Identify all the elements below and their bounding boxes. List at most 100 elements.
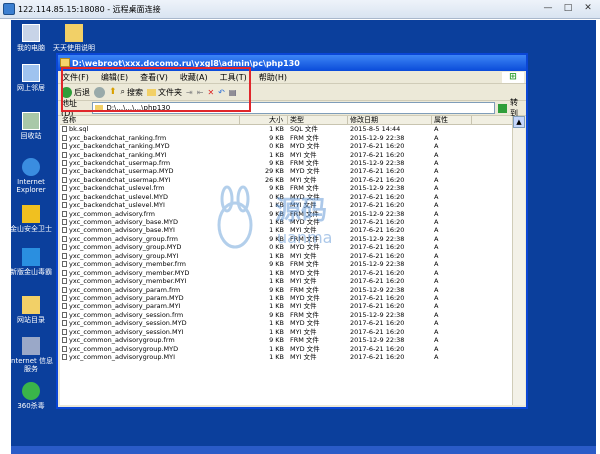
file-size: 9 KB: [240, 336, 288, 344]
file-attributes: A: [432, 142, 472, 150]
antivirus2-icon: [22, 382, 40, 400]
file-modified: 2015-12-9 22:38: [348, 336, 432, 344]
cell-text: A: [434, 285, 439, 294]
cell-text: 2015-12-9 22:38: [350, 336, 405, 345]
file-name: yxc_backendchat_ranking.MYI: [60, 151, 240, 159]
col-size[interactable]: 大小: [240, 116, 288, 125]
file-list[interactable]: 名称 大小 类型 修改日期 属性 bk.sql 1 KB SQL 文件 2015-8-…: [60, 116, 512, 405]
cell-text: MYI 文件: [290, 302, 317, 311]
file-row[interactable]: yxc_backendchat_usermap.frm 9 KB FRM 文件 201…: [60, 159, 512, 167]
col-modified[interactable]: 修改日期: [348, 116, 432, 125]
scroll-up-icon[interactable]: ▲: [513, 116, 525, 128]
minimize-icon[interactable]: —: [540, 3, 556, 15]
file-row[interactable]: yxc_common_advisory_param.MYI 1 KB MYI 文件 2…: [60, 302, 512, 310]
maximize-icon[interactable]: □: [560, 3, 576, 15]
cell-text: 2015-12-9 22:38: [350, 310, 405, 319]
desktop-icon-site-folder[interactable]: 网站目录: [6, 296, 56, 324]
file-attributes: A: [432, 252, 472, 260]
taskbar[interactable]: [11, 446, 596, 454]
vertical-scrollbar[interactable]: ▲: [512, 116, 525, 405]
antivirus-icon: [22, 248, 40, 266]
file-type: MYD 文件: [288, 142, 348, 150]
file-attributes: A: [432, 311, 472, 319]
file-row[interactable]: yxc_common_advisorygroup.MYI 1 KB MYI 文件 20…: [60, 353, 512, 361]
desktop-icon-security[interactable]: 金山安全卫士: [6, 205, 56, 233]
file-row[interactable]: yxc_backendchat_ranking.MYD 0 KB MYD 文件 201…: [60, 142, 512, 150]
cell-text: FRM 文件: [290, 285, 319, 294]
file-row[interactable]: yxc_backendchat_ranking.MYI 1 KB MYI 文件 201…: [60, 150, 512, 159]
file-name: yxc_backendchat_usermap.MYD: [60, 167, 240, 175]
cell-text: 2017-6-21 16:20: [350, 293, 405, 302]
file-name: bk.sql: [60, 125, 240, 133]
cell-text: yxc_common_advisory.frm: [69, 209, 155, 218]
desktop-icon-folder[interactable]: 天天使用说明: [49, 24, 99, 52]
file-type: MYD 文件: [288, 294, 348, 302]
cell-text: A: [434, 344, 439, 353]
file-row[interactable]: yxc_common_advisorygroup.frm 9 KB FRM 文件 20…: [60, 336, 512, 344]
file-attributes: A: [432, 319, 472, 327]
cell-text: 1 KB: [269, 150, 284, 159]
cell-text: 2017-6-21 16:20: [350, 277, 405, 286]
cell-text: yxc_backendchat_usermap.MYI: [69, 175, 171, 184]
cell-text: A: [434, 310, 439, 319]
watermark-line1: 源码: [275, 196, 327, 226]
cell-text: yxc_common_advisory_group.MYI: [69, 251, 179, 260]
cell-text: yxc_common_advisory_group.frm: [69, 234, 178, 243]
cell-text: A: [434, 167, 439, 176]
file-name: yxc_common_advisorygroup.MYD: [60, 345, 240, 353]
cell-text: A: [434, 319, 439, 328]
cell-text: A: [434, 201, 439, 210]
cell-text: A: [434, 184, 439, 193]
desktop-icon-recycle-bin[interactable]: 回收站: [6, 112, 56, 140]
file-icon: [62, 193, 67, 200]
desktop-icon-iis[interactable]: Internet 信息服务: [6, 337, 56, 373]
file-row[interactable]: yxc_common_advisory_member.frm 9 KB FRM 文件…: [60, 260, 512, 268]
cell-text: A: [434, 158, 439, 167]
desktop-icon-antivirus[interactable]: 新版金山毒霸: [6, 248, 56, 276]
file-row[interactable]: yxc_common_advisory_session.MYI 1 KB MYI 文…: [60, 328, 512, 336]
file-row[interactable]: yxc_common_advisory_param.frm 9 KB FRM 文件 2…: [60, 285, 512, 294]
file-name: yxc_common_advisory_session.MYI: [60, 328, 240, 336]
file-icon: [62, 320, 67, 327]
file-type: SQL 文件: [288, 125, 348, 133]
file-modified: 2017-6-21 16:20: [348, 353, 432, 361]
file-name: yxc_common_advisory_param.MYI: [60, 302, 240, 310]
file-row[interactable]: yxc_common_advisory_session.MYD 1 KB MYD 文…: [60, 319, 512, 327]
rdp-title-bar[interactable]: 122.114.85.15:18080 - 远程桌面连接 — □ ✕: [0, 0, 600, 19]
file-modified: 2017-6-21 16:20: [348, 142, 432, 150]
close-icon[interactable]: ✕: [580, 3, 596, 15]
highlight-box: [61, 67, 251, 112]
file-row[interactable]: yxc_common_advisorygroup.MYD 1 KB MYD 文件 20…: [60, 344, 512, 353]
cell-text: 2017-6-21 16:20: [350, 142, 405, 151]
file-row[interactable]: yxc_common_advisory_member.MYI 1 KB MYI 文件…: [60, 277, 512, 285]
desktop-icon-360[interactable]: 360杀毒: [6, 382, 56, 410]
file-row[interactable]: yxc_backendchat_usermap.MYI 26 KB MYI 文件 20…: [60, 176, 512, 184]
file-modified: 2017-6-21 16:20: [348, 294, 432, 302]
file-modified: 2015-8-5 14:44: [348, 125, 432, 133]
file-row[interactable]: yxc_common_advisory_session.frm 9 KB FRM 文…: [60, 311, 512, 319]
file-attributes: A: [432, 134, 472, 142]
menu-help[interactable]: 帮助(H): [259, 72, 287, 83]
file-size: 26 KB: [240, 176, 288, 184]
file-name: yxc_common_advisory_member.MYI: [60, 277, 240, 285]
file-row[interactable]: yxc_common_advisory_member.MYD 1 KB MYD 文件…: [60, 268, 512, 277]
file-row[interactable]: yxc_common_advisory_param.MYD 1 KB MYD 文件 2…: [60, 294, 512, 302]
cell-text: MYD 文件: [290, 167, 320, 176]
col-type[interactable]: 类型: [288, 116, 348, 125]
file-type: MYI 文件: [288, 328, 348, 336]
file-row[interactable]: yxc_backendchat_ranking.frm 9 KB FRM 文件 201…: [60, 133, 512, 142]
desktop-icon-ie[interactable]: Internet Explorer: [6, 158, 56, 194]
col-name[interactable]: 名称: [60, 116, 240, 125]
desktop-icon-network[interactable]: 网上邻居: [6, 64, 56, 92]
go-arrow-icon[interactable]: [498, 103, 508, 113]
file-size: 1 KB: [240, 277, 288, 285]
file-row[interactable]: bk.sql 1 KB SQL 文件 2015-8-5 14:44 A: [60, 125, 512, 133]
cell-text: 2017-6-21 16:20: [350, 167, 405, 176]
file-row[interactable]: yxc_backendchat_usermap.MYD 29 KB MYD 文件 20…: [60, 167, 512, 175]
file-type: MYI 文件: [288, 302, 348, 310]
file-icon: [62, 176, 67, 183]
file-attributes: A: [432, 302, 472, 310]
col-attributes[interactable]: 属性: [432, 116, 472, 125]
file-icon: [62, 244, 67, 251]
file-icon: [62, 303, 67, 310]
